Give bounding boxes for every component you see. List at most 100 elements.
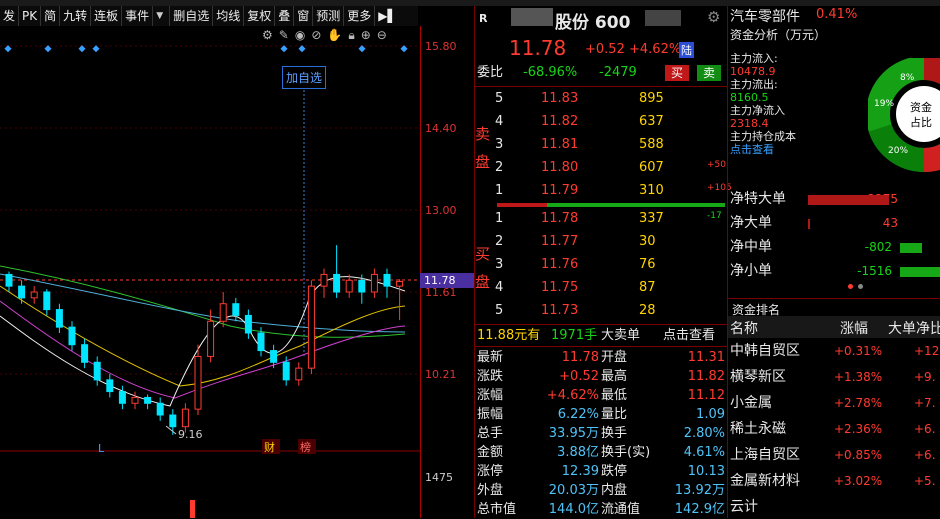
volume-bar bbox=[190, 500, 195, 518]
buy-button[interactable]: 买 bbox=[665, 65, 690, 81]
buy-row[interactable]: 2 11.77 30 bbox=[495, 231, 727, 253]
big-order-price: 11.88元有 bbox=[477, 328, 541, 343]
rank-col-pct[interactable]: 涨幅 bbox=[840, 318, 868, 338]
tb-dropdown-icon[interactable]: ▼ bbox=[153, 6, 171, 26]
pager-dots[interactable] bbox=[848, 284, 863, 289]
cost-link[interactable]: 点击查看 bbox=[730, 143, 796, 156]
sell-row[interactable]: 4 11.82 637 bbox=[495, 111, 727, 133]
big-order-link[interactable]: 点击查看 bbox=[663, 325, 715, 347]
tb-pk[interactable]: PK bbox=[19, 6, 42, 26]
sell-volume: 310 bbox=[639, 183, 664, 198]
stats-row: 外盘 20.03万 内盘 13.92万 bbox=[477, 481, 727, 500]
gear-icon[interactable]: ⚙ bbox=[262, 28, 273, 44]
sell-volume: 637 bbox=[639, 114, 664, 129]
rank-bignet: +7. bbox=[914, 396, 936, 410]
kline-chart[interactable]: L 财 榜 9.16 bbox=[0, 26, 420, 518]
plus-icon[interactable]: ⊕ bbox=[361, 28, 371, 44]
sell-row[interactable]: 5 11.83 895 bbox=[495, 88, 727, 110]
sell-row[interactable]: 3 11.81 588 bbox=[495, 134, 727, 156]
tb-overlay[interactable]: 叠 bbox=[275, 6, 295, 26]
net-order-row[interactable]: 净大单 43 bbox=[730, 212, 940, 234]
buy-label-char: 买 bbox=[475, 245, 491, 263]
net-order-row[interactable]: 净特大单2275 bbox=[730, 188, 940, 210]
candle bbox=[383, 273, 391, 287]
candle bbox=[270, 350, 278, 363]
order-split-green bbox=[547, 203, 725, 207]
tb-event[interactable]: 事件 bbox=[122, 6, 154, 26]
candle bbox=[169, 414, 177, 428]
rank-row[interactable]: 云计 bbox=[730, 496, 940, 518]
minus-icon[interactable]: ⊖ bbox=[377, 28, 387, 44]
rank-bignet: +6. bbox=[914, 448, 936, 462]
net-order-row[interactable]: 净小单 -1516 bbox=[730, 260, 940, 282]
net-order-label: 净大单 bbox=[730, 215, 772, 231]
candle bbox=[55, 309, 63, 328]
sell-change: +50 bbox=[707, 160, 726, 170]
rank-row[interactable]: 横琴新区 +1.38% +9. bbox=[730, 366, 940, 388]
rank-name: 稀土永磁 bbox=[730, 421, 786, 437]
buy-row[interactable]: 5 11.73 28 bbox=[495, 300, 727, 322]
buy-volume: 30 bbox=[639, 234, 656, 249]
buy-row[interactable]: 3 11.76 76 bbox=[495, 254, 727, 276]
lock-icon[interactable]: 🔒︎ bbox=[348, 28, 354, 44]
rank-row[interactable]: 中韩自贸区 +0.31% +12 bbox=[730, 340, 940, 362]
tb-fa[interactable]: 发 bbox=[0, 6, 20, 26]
hand-icon[interactable]: ✋ bbox=[327, 28, 342, 44]
eye-icon[interactable]: ◉ bbox=[295, 28, 305, 44]
buy-row[interactable]: 1 11.78 337 -17 bbox=[495, 208, 727, 230]
tb-more[interactable]: 更多 bbox=[344, 6, 376, 26]
rank-col-bignet[interactable]: 大单净比 bbox=[888, 318, 940, 338]
rank-col-name[interactable]: 名称 bbox=[730, 318, 758, 338]
rank-name: 云计 bbox=[730, 499, 758, 515]
net-order-row[interactable]: 净中单 -802 bbox=[730, 236, 940, 258]
price-tick: 10.21 bbox=[425, 368, 457, 381]
stats-row: 涨幅 +4.62% 最低 11.12 bbox=[477, 386, 727, 405]
candle bbox=[307, 285, 315, 369]
candle bbox=[282, 361, 290, 381]
buy-level: 4 bbox=[495, 280, 504, 295]
tb-adjust[interactable]: 复权 bbox=[244, 6, 276, 26]
stats-row: 振幅 6.22% 量比 1.09 bbox=[477, 405, 727, 424]
sell-price: 11.80 bbox=[541, 160, 579, 175]
sell-level: 1 bbox=[495, 183, 504, 198]
tb-forecast[interactable]: 预测 bbox=[313, 6, 345, 26]
sell-volume: 895 bbox=[639, 91, 664, 106]
stat-label: 外盘 bbox=[477, 483, 504, 498]
sell-button[interactable]: 卖 bbox=[697, 65, 722, 81]
tb-jiuzhuan[interactable]: 九转 bbox=[60, 6, 92, 26]
rank-row[interactable]: 金属新材料 +3.02% +5. bbox=[730, 470, 940, 492]
rank-row[interactable]: 稀土永磁 +2.36% +6. bbox=[730, 418, 940, 440]
sell-row[interactable]: 2 11.80 607 +50 bbox=[495, 157, 727, 179]
order-split-red bbox=[497, 203, 548, 207]
rank-row[interactable]: 上海自贸区 +0.85% +6. bbox=[730, 444, 940, 466]
sector-panel: 汽车零部件 0.41% 资金分析（万元） 主力流入: 10478.9 主力流出:… bbox=[727, 6, 940, 518]
eye-off-icon[interactable]: ⊘ bbox=[311, 28, 321, 44]
stat-value: 144.0亿 bbox=[548, 502, 599, 517]
stat-value: 3.88亿 bbox=[557, 445, 599, 460]
tb-ma[interactable]: 均线 bbox=[213, 6, 245, 26]
donut-label: 20% bbox=[888, 146, 908, 156]
tb-simple[interactable]: 简 bbox=[41, 6, 61, 26]
buy-price: 11.77 bbox=[541, 234, 579, 249]
stat-label: 内盘 bbox=[601, 483, 628, 498]
pen-icon[interactable]: ✎ bbox=[279, 28, 289, 44]
net-order-value: 43 bbox=[882, 216, 898, 230]
stats-row: 涨停 12.39 跌停 10.13 bbox=[477, 462, 727, 481]
buy-row[interactable]: 4 11.75 87 bbox=[495, 277, 727, 299]
rank-header: 名称 涨幅 大单净比 bbox=[728, 316, 940, 338]
tb-lianban[interactable]: 连板 bbox=[91, 6, 123, 26]
stat-value: 4.61% bbox=[683, 445, 725, 460]
tb-remove-watch[interactable]: 删自选 bbox=[170, 6, 214, 26]
tb-window[interactable]: 窗 bbox=[294, 6, 314, 26]
tb-expand-icon[interactable]: ▶▌ bbox=[375, 6, 399, 26]
sector-name[interactable]: 汽车零部件 bbox=[730, 6, 800, 26]
candle bbox=[68, 326, 76, 346]
stats-row: 涨跌 +0.52 最高 11.82 bbox=[477, 367, 727, 386]
sector-pct: 0.41% bbox=[816, 7, 858, 22]
sell-row[interactable]: 1 11.79 310 +105 bbox=[495, 180, 732, 202]
stat-label: 总手 bbox=[477, 426, 504, 441]
add-watchlist-button[interactable]: 加自选 bbox=[282, 66, 327, 89]
rank-row[interactable]: 小金属 +2.78% +7. bbox=[730, 392, 940, 414]
candle bbox=[219, 303, 227, 322]
settings-gear-icon[interactable]: ⚙ bbox=[707, 8, 720, 26]
